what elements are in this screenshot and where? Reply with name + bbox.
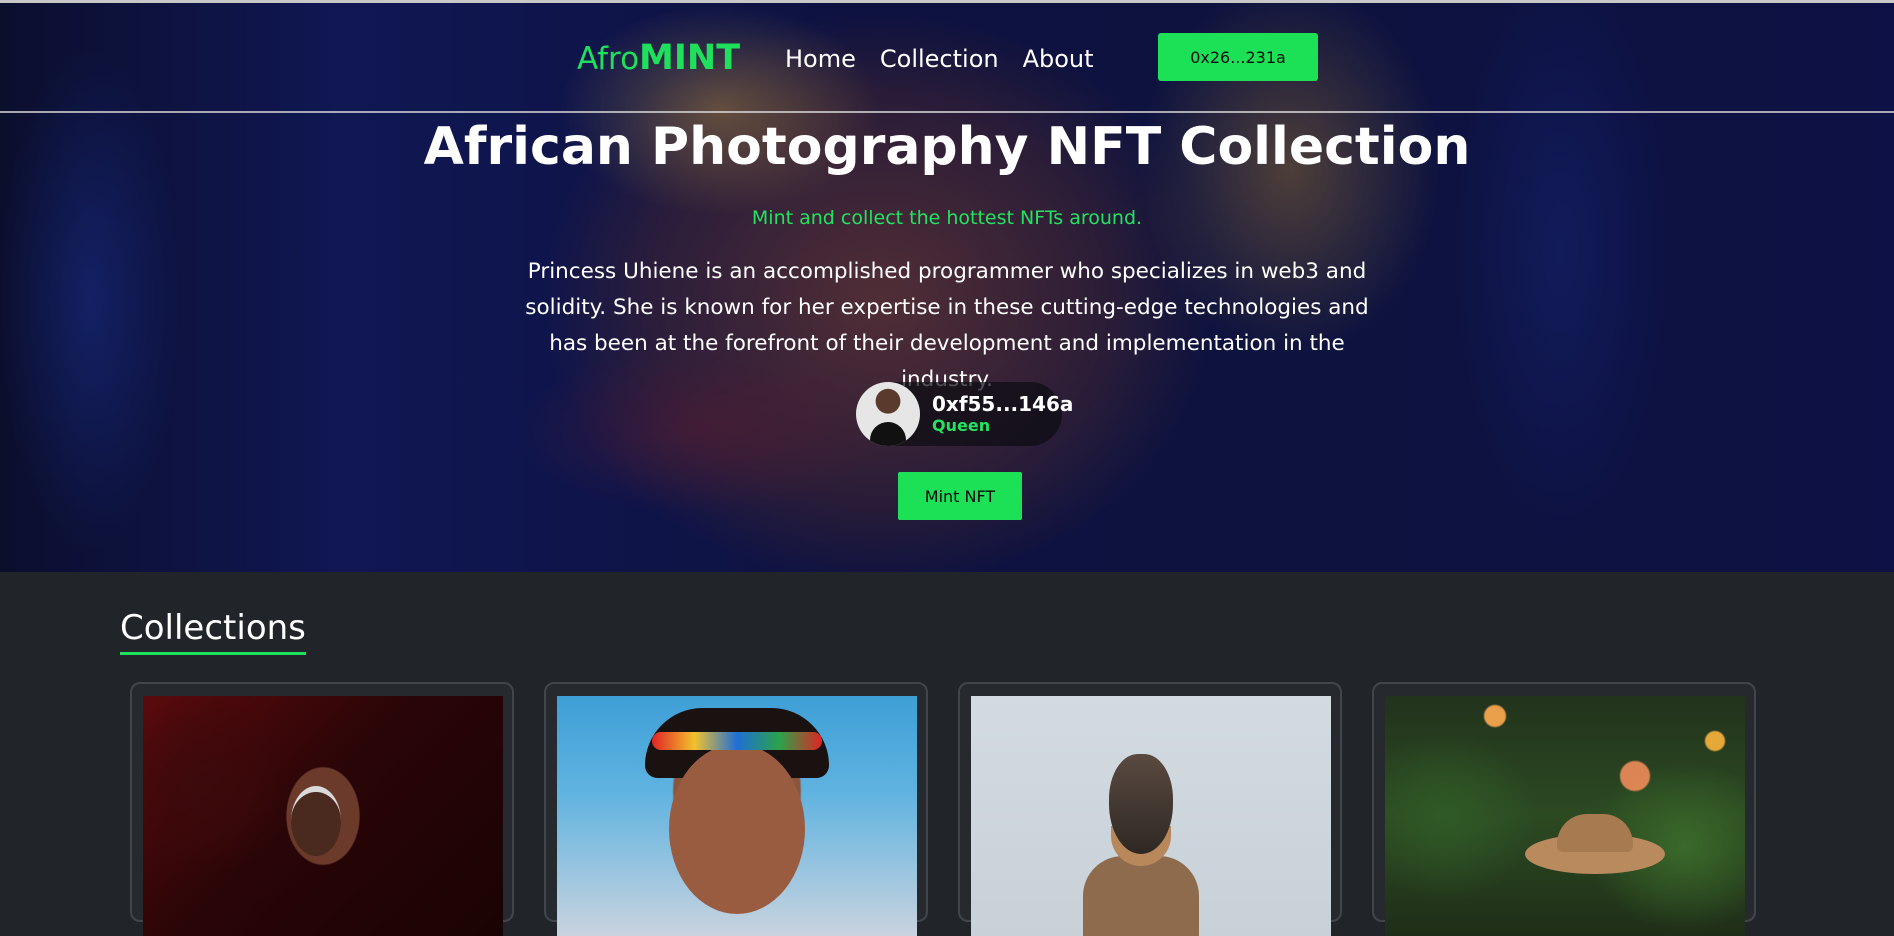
owner-chip[interactable]: 0xf55...146a Queen — [856, 382, 1073, 446]
hero-description: Princess Uhiene is an accomplished progr… — [525, 259, 1369, 392]
collection-card[interactable] — [130, 682, 514, 936]
nft-image — [971, 696, 1331, 936]
brand-logo-afro: Afro — [577, 41, 640, 77]
hero-content: African Photography NFT Collection Mint … — [0, 111, 1894, 520]
nft-image — [557, 696, 917, 936]
nft-image-figure — [1109, 754, 1173, 854]
collection-card[interactable] — [958, 682, 1342, 936]
nav-link-collection[interactable]: Collection — [880, 43, 999, 75]
nft-image-figure — [291, 786, 341, 856]
collection-card[interactable] — [544, 682, 928, 936]
owner-address: 0xf55...146a — [932, 392, 1074, 416]
hero-title: African Photography NFT Collection — [423, 117, 1471, 177]
brand-logo-mint: MINT — [639, 38, 741, 78]
collections-heading: Collections — [120, 606, 306, 655]
nav-link-home[interactable]: Home — [785, 43, 856, 75]
nft-image-figure — [669, 744, 805, 914]
hero-subtitle: Mint and collect the hottest NFTs around… — [751, 207, 1143, 229]
nav-link-about[interactable]: About — [1023, 43, 1094, 75]
collection-card[interactable] — [1372, 682, 1756, 936]
nft-image-figure — [1557, 814, 1633, 852]
owner-chip-text: 0xf55...146a Queen — [932, 392, 1073, 436]
navbar: AfroMINT Home Collection About 0x26...23… — [0, 3, 1894, 113]
nav-links: Home Collection About — [785, 43, 1094, 75]
owner-name: Queen — [932, 416, 991, 435]
wallet-address-button[interactable]: 0x26...231a — [1158, 33, 1318, 81]
nft-image — [143, 696, 503, 936]
nft-image — [1385, 696, 1745, 936]
brand-logo[interactable]: AfroMINT — [577, 38, 740, 79]
owner-avatar — [856, 382, 920, 446]
nft-image-figure — [652, 732, 822, 750]
mint-nft-button[interactable]: Mint NFT — [898, 472, 1022, 520]
nft-image-figure — [1083, 856, 1199, 936]
